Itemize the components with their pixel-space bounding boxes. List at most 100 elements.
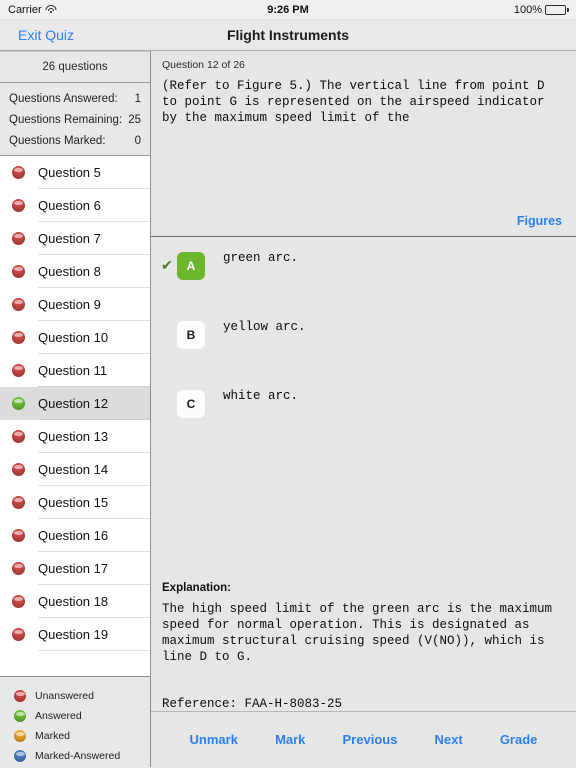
explanation-title: Explanation: (162, 582, 232, 594)
stat-value: 25 (128, 113, 141, 126)
question-list-item-label: Question 10 (38, 330, 109, 345)
legend-item-label: Marked-Answered (35, 750, 121, 762)
legend-item-label: Marked (35, 730, 71, 742)
legend-item-label: Answered (35, 710, 82, 722)
stat-value: 0 (134, 134, 141, 147)
explanation-reference: Reference: FAA-H-8083-25 (162, 697, 343, 711)
question-list-item[interactable]: Question 18 (0, 585, 150, 618)
answer-letter-badge[interactable]: B (177, 321, 205, 349)
question-list-item[interactable]: Question 16 (0, 519, 150, 552)
question-list-item[interactable]: Question 17 (0, 552, 150, 585)
legend-item-green: Answered (14, 706, 150, 726)
explanation-body: The high speed limit of the green arc is… (162, 602, 553, 664)
sidebar: 26 questions Questions Answered: 1 Quest… (0, 51, 151, 767)
question-list-item[interactable]: Question 12 (0, 387, 150, 420)
status-dot-red-icon (12, 496, 25, 509)
question-list-item[interactable]: Question 19 (0, 618, 150, 651)
unmark-button[interactable]: Unmark (190, 732, 238, 747)
page-title: Flight Instruments (226, 27, 350, 43)
question-list-item[interactable]: Question 6 (0, 189, 150, 222)
legend-dot-blue-icon (14, 750, 26, 762)
question-list-item[interactable]: Question 8 (0, 255, 150, 288)
battery-percent-label: 100% (513, 3, 542, 16)
answer-option-c[interactable]: Cwhite arc. (151, 380, 576, 449)
answer-letter-badge[interactable]: C (177, 390, 205, 418)
app-screen: Carrier 9:26 PM 100% Exit Quiz Flight In… (0, 0, 576, 768)
question-list-item-label: Question 13 (38, 429, 109, 444)
explanation-section: Explanation: The high speed limit of the… (151, 578, 576, 711)
stat-questions-remaining: Questions Remaining: 25 (0, 109, 150, 130)
question-pane: Question 12 of 26 (Refer to Figure 5.) T… (151, 51, 576, 237)
legend-dot-red-icon (14, 690, 26, 702)
status-bar-right: 100% (514, 4, 569, 16)
question-list-item[interactable]: Question 15 (0, 486, 150, 519)
question-list-item-label: Question 8 (38, 264, 101, 279)
figures-link[interactable]: Figures (517, 214, 562, 228)
mark-button[interactable]: Mark (275, 732, 305, 747)
ios-status-bar: Carrier 9:26 PM 100% (0, 0, 576, 20)
answer-option-b[interactable]: Byellow arc. (151, 311, 576, 380)
bottom-toolbar: Unmark Mark Previous Next Grade (151, 711, 576, 767)
question-text: (Refer to Figure 5.) The vertical line f… (162, 79, 545, 125)
question-list-item[interactable]: Question 11 (0, 354, 150, 387)
question-list-item-label: Question 5 (38, 165, 101, 180)
status-dot-red-icon (12, 331, 25, 344)
question-count-label: 26 questions (0, 51, 150, 83)
navigation-bar: Exit Quiz Flight Instruments (0, 20, 576, 51)
question-list-item-label: Question 6 (38, 198, 101, 213)
previous-button[interactable]: Previous (343, 732, 398, 747)
legend-item-label: Unanswered (35, 690, 94, 702)
status-dot-red-icon (12, 298, 25, 311)
status-legend: Unanswered Answered Marked Marked-Answered (0, 677, 150, 767)
stat-label: Questions Answered: (9, 92, 118, 105)
main-split-view: 26 questions Questions Answered: 1 Quest… (0, 51, 576, 767)
question-list-item-label: Question 9 (38, 297, 101, 312)
question-index-label: Question 12 of 26 (162, 59, 245, 71)
selected-check-icon: ✔ (161, 257, 173, 273)
answer-options[interactable]: ✔ Agreen arc. Byellow arc. Cwhite arc. (151, 237, 576, 578)
question-list-item[interactable]: Question 14 (0, 453, 150, 486)
status-dot-red-icon (12, 628, 25, 641)
question-list-item-label: Question 11 (38, 363, 108, 378)
question-list-item-label: Question 16 (38, 528, 109, 543)
question-list-item-label: Question 7 (38, 231, 101, 246)
question-list[interactable]: Question 5 Question 6 Question 7 Question 8… (0, 156, 150, 677)
answer-option-a[interactable]: ✔ Agreen arc. (151, 242, 576, 311)
legend-item-blue: Marked-Answered (14, 746, 150, 766)
status-dot-red-icon (12, 562, 25, 575)
status-dot-red-icon (12, 463, 25, 476)
stat-value: 1 (134, 92, 141, 105)
answer-text: white arc. (223, 389, 299, 403)
status-dot-red-icon (12, 166, 25, 179)
grade-button[interactable]: Grade (500, 732, 538, 747)
question-list-item-label: Question 15 (38, 495, 109, 510)
legend-dot-orange-icon (14, 730, 26, 742)
stat-label: Questions Marked: (9, 134, 106, 147)
answer-text: green arc. (223, 251, 299, 265)
question-list-item-label: Question 18 (38, 594, 109, 609)
legend-item-red: Unanswered (14, 686, 150, 706)
answer-text: yellow arc. (223, 320, 306, 334)
answer-letter-badge[interactable]: A (177, 252, 205, 280)
status-dot-red-icon (12, 430, 25, 443)
status-dot-green-icon (12, 397, 25, 410)
question-list-item[interactable]: Question 13 (0, 420, 150, 453)
stat-questions-marked: Questions Marked: 0 (0, 130, 150, 151)
content-pane: Question 12 of 26 (Refer to Figure 5.) T… (151, 51, 576, 767)
question-list-item[interactable]: Question 5 (0, 156, 150, 189)
status-dot-red-icon (12, 199, 25, 212)
question-list-item-label: Question 14 (38, 462, 109, 477)
question-list-item-label: Question 12 (38, 396, 109, 411)
status-dot-red-icon (12, 232, 25, 245)
status-dot-red-icon (12, 595, 25, 608)
question-list-item[interactable]: Question 7 (0, 222, 150, 255)
question-list-item[interactable]: Question 10 (0, 321, 150, 354)
status-dot-red-icon (12, 364, 25, 377)
battery-icon (545, 4, 569, 15)
next-button[interactable]: Next (435, 732, 463, 747)
quiz-stats-panel: Questions Answered: 1 Questions Remainin… (0, 83, 150, 156)
status-dot-red-icon (12, 265, 25, 278)
question-list-item[interactable]: Question 9 (0, 288, 150, 321)
stat-questions-answered: Questions Answered: 1 (0, 88, 150, 109)
status-dot-red-icon (12, 529, 25, 542)
